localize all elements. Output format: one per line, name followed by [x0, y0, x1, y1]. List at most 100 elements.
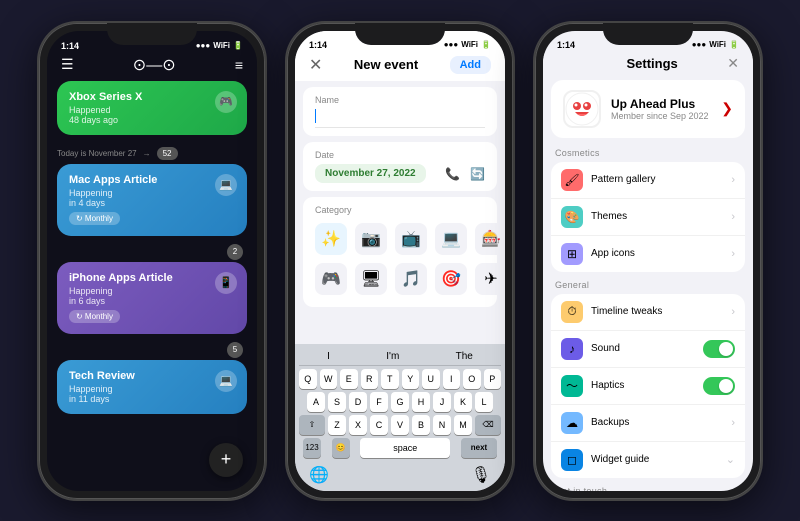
key-space[interactable]: space — [360, 438, 450, 458]
general-list: ⏱ Timeline tweaks › ♪ Sound 〜 Haptics — [551, 294, 745, 478]
backups-chevron: › — [731, 417, 735, 429]
settings-close-button[interactable]: ✕ — [727, 55, 739, 72]
name-input[interactable] — [315, 109, 485, 129]
key-m[interactable]: M — [454, 415, 472, 435]
close-button[interactable]: ✕ — [309, 55, 322, 75]
category-label: Category — [315, 205, 485, 215]
owl-logo: ⊙—⊙ — [133, 55, 176, 75]
toggle-thumb-haptics — [719, 379, 733, 393]
iphone-title: iPhone Apps Article — [69, 272, 235, 284]
timeline-icon: ⏱ — [561, 301, 583, 323]
key-shift[interactable]: ⇧ — [299, 415, 325, 435]
key-f[interactable]: F — [370, 392, 388, 412]
date-actions: 📞 🔄 — [445, 167, 485, 181]
app-icons-chevron: › — [731, 248, 735, 260]
profile-member: Member since Sep 2022 — [611, 111, 711, 121]
settings-widget-guide[interactable]: ◻ Widget guide ⌄ — [551, 442, 745, 478]
key-q[interactable]: Q — [299, 369, 317, 389]
event-card-xbox[interactable]: 🎮 Xbox Series X Happened 48 days ago — [57, 81, 247, 135]
cat-item-1[interactable]: 📷 — [355, 223, 387, 255]
cat-item-3[interactable]: 💻 — [435, 223, 467, 255]
key-n[interactable]: N — [433, 415, 451, 435]
globe-icon[interactable]: 🌐 — [309, 465, 329, 485]
app-icons-icon: ⊞ — [561, 243, 583, 265]
filter-icon[interactable]: ≡ — [235, 57, 243, 73]
xbox-sub2: 48 days ago — [69, 115, 235, 125]
key-s[interactable]: S — [328, 392, 346, 412]
cat-item-8[interactable]: 🎯 — [435, 263, 467, 295]
backups-label: Backups — [591, 417, 723, 428]
suggestion-the[interactable]: The — [456, 351, 473, 362]
key-i[interactable]: I — [443, 369, 461, 389]
add-button[interactable]: Add — [450, 56, 491, 74]
event-card-mac[interactable]: 💻 Mac Apps Article Happening in 4 days ↻… — [57, 164, 247, 236]
key-p[interactable]: P — [484, 369, 502, 389]
key-v[interactable]: V — [391, 415, 409, 435]
settings-pattern-gallery[interactable]: 🖌 Pattern gallery › — [551, 162, 745, 199]
date-chip[interactable]: November 27, 2022 — [315, 164, 426, 183]
cat-item-2[interactable]: 📺 — [395, 223, 427, 255]
key-a[interactable]: A — [307, 392, 325, 412]
settings-themes[interactable]: 🎨 Themes › — [551, 199, 745, 236]
key-w[interactable]: W — [320, 369, 338, 389]
key-b[interactable]: B — [412, 415, 430, 435]
key-u[interactable]: U — [422, 369, 440, 389]
event-card-tech[interactable]: 💻 Tech Review Happening in 11 days — [57, 360, 247, 414]
event-card-iphone[interactable]: 📱 iPhone Apps Article Happening in 6 day… — [57, 262, 247, 334]
settings-timeline-tweaks[interactable]: ⏱ Timeline tweaks › — [551, 294, 745, 331]
app-icons-label: App icons — [591, 248, 723, 259]
key-o[interactable]: O — [463, 369, 481, 389]
timeline-dot-2: 2 — [57, 244, 247, 260]
settings-app-icons[interactable]: ⊞ App icons › — [551, 236, 745, 272]
suggestion-i[interactable]: I — [327, 351, 330, 362]
pattern-chevron: › — [731, 174, 735, 186]
phone-1: 1:14 ●●● WiFi 🔋 ☰ ⊙—⊙ ≡ 🎮 Xbox Series X — [37, 21, 267, 501]
key-next[interactable]: next — [461, 438, 497, 458]
widget-label: Widget guide — [591, 454, 718, 465]
tech-sub1: Happening — [69, 384, 235, 394]
category-grid: ✨ 📷 📺 💻 🎰 🎮 🖥 🎵 🎯 ✈ — [315, 219, 485, 299]
settings-haptics[interactable]: 〜 Haptics — [551, 368, 745, 405]
toggle-thumb-sound — [719, 342, 733, 356]
phone-2: 1:14 ●●● WiFi 🔋 ✕ New event Add Name — [285, 21, 515, 501]
mic-icon[interactable]: 🎙 — [471, 465, 491, 485]
cat-item-9[interactable]: ✈ — [475, 263, 505, 295]
key-z[interactable]: Z — [328, 415, 346, 435]
key-k[interactable]: K — [454, 392, 472, 412]
suggestion-im[interactable]: I'm — [386, 351, 399, 362]
key-t[interactable]: T — [381, 369, 399, 389]
key-123[interactable]: 123 — [303, 438, 321, 458]
sound-toggle[interactable] — [703, 340, 735, 358]
key-g[interactable]: G — [391, 392, 409, 412]
settings-sound[interactable]: ♪ Sound — [551, 331, 745, 368]
key-l[interactable]: L — [475, 392, 493, 412]
key-j[interactable]: J — [433, 392, 451, 412]
key-delete[interactable]: ⌫ — [475, 415, 501, 435]
cat-item-5[interactable]: 🎮 — [315, 263, 347, 295]
phone-icon[interactable]: 📞 — [445, 167, 460, 181]
kb-row-2: A S D F G H J K L — [299, 392, 501, 412]
profile-section[interactable]: Up Ahead Plus Member since Sep 2022 ❯ — [551, 80, 745, 138]
haptics-toggle[interactable] — [703, 377, 735, 395]
notch-3 — [603, 23, 693, 45]
key-y[interactable]: Y — [402, 369, 420, 389]
menu-icon[interactable]: ☰ — [61, 56, 74, 73]
cat-item-0[interactable]: ✨ — [315, 223, 347, 255]
key-r[interactable]: R — [361, 369, 379, 389]
settings-backups[interactable]: ☁ Backups › — [551, 405, 745, 442]
key-h[interactable]: H — [412, 392, 430, 412]
xbox-sub1: Happened — [69, 105, 235, 115]
repeat-icon[interactable]: 🔄 — [470, 167, 485, 181]
key-x[interactable]: X — [349, 415, 367, 435]
cat-item-4[interactable]: 🎰 — [475, 223, 505, 255]
cat-item-7[interactable]: 🎵 — [395, 263, 427, 295]
mac-badge: ↻ Monthly — [69, 212, 120, 225]
key-emoji[interactable]: 😊 — [332, 438, 350, 458]
date-row: November 27, 2022 📞 🔄 — [315, 164, 485, 183]
mac-sub1: Happening — [69, 188, 235, 198]
cat-item-6[interactable]: 🖥 — [355, 263, 387, 295]
fab-button[interactable]: + — [209, 443, 243, 477]
key-c[interactable]: C — [370, 415, 388, 435]
key-e[interactable]: E — [340, 369, 358, 389]
key-d[interactable]: D — [349, 392, 367, 412]
